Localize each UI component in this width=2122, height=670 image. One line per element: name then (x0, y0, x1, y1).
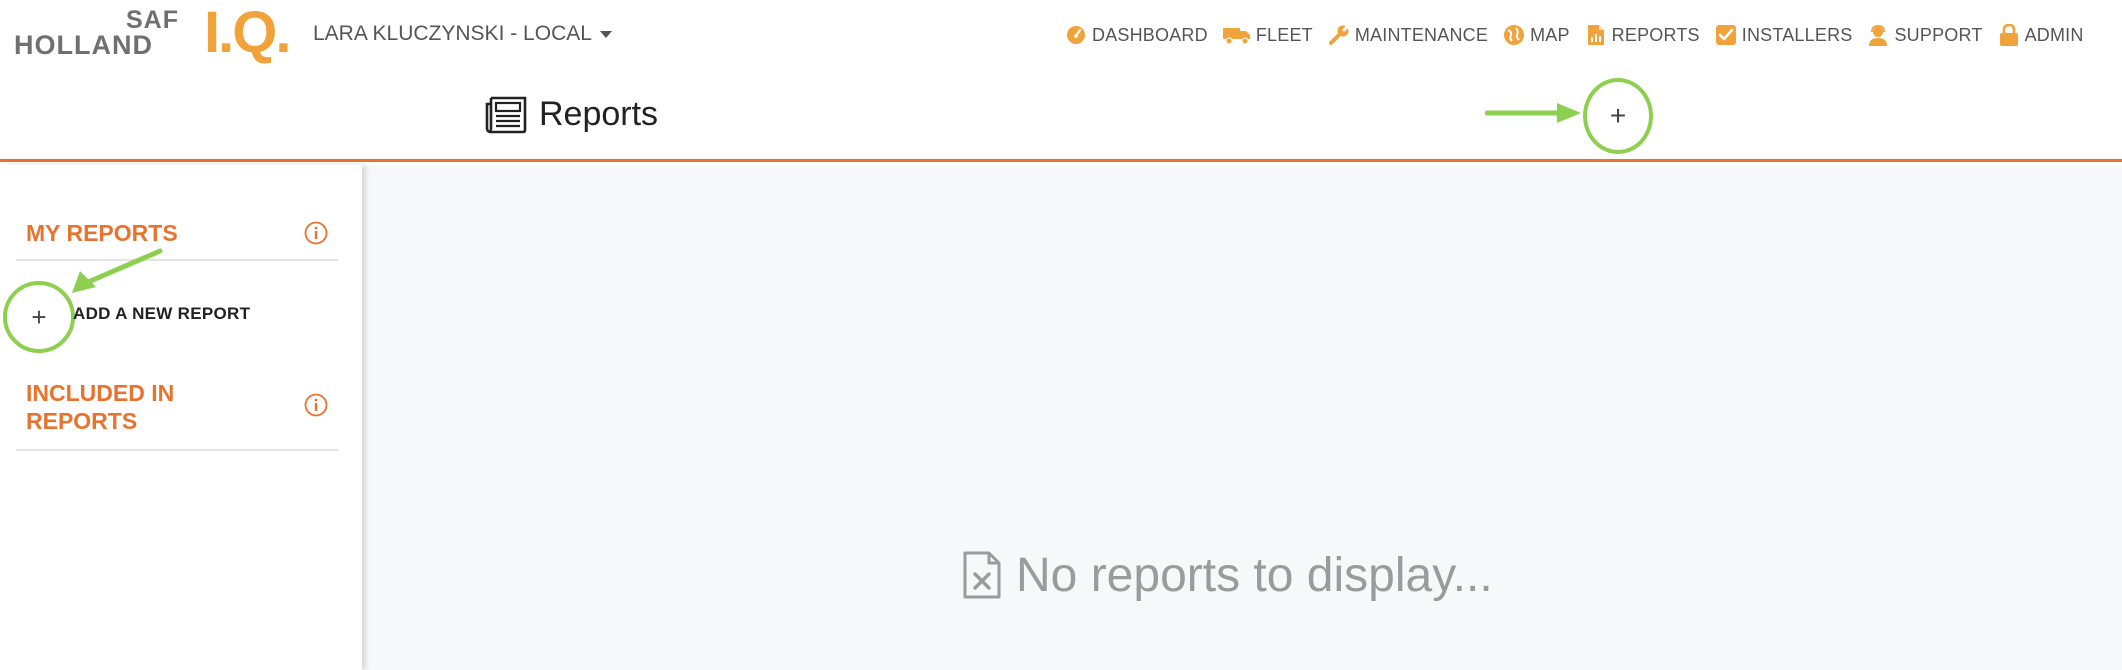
add-report-button-header[interactable]: + (1583, 78, 1653, 154)
nav-dashboard-label: DASHBOARD (1092, 24, 1208, 45)
nav-fleet-label: FLEET (1255, 24, 1313, 45)
globe-icon (1503, 24, 1525, 46)
top-bar: SAF HOLLAND I.Q. LARA KLUCZYNSKI - LOCAL… (0, 0, 2122, 70)
my-reports-section: MY REPORTS (16, 207, 338, 261)
wrench-icon (1328, 24, 1350, 46)
nav-support[interactable]: SUPPORT (1867, 24, 1982, 46)
checkbox-icon (1715, 24, 1737, 46)
support-agent-icon (1867, 24, 1889, 46)
nav-installers[interactable]: INSTALLERS (1715, 24, 1853, 46)
add-report-button-sidebar[interactable]: + (3, 281, 75, 353)
newspaper-icon (485, 94, 527, 134)
add-new-report-label: ADD A NEW REPORT (73, 304, 251, 323)
nav-installers-label: INSTALLERS (1741, 24, 1853, 45)
nav-admin-label: ADMIN (2024, 24, 2084, 45)
annotation-arrow-diagonal-icon (72, 248, 163, 293)
file-x-icon (962, 550, 1002, 600)
saf-holland-iq-logo[interactable]: SAF HOLLAND I.Q. (14, 0, 309, 65)
empty-state-message: No reports to display... (1016, 548, 1493, 602)
user-name: LARA KLUCZYNSKI - LOCAL (313, 22, 592, 45)
nav-dashboard[interactable]: DASHBOARD (1065, 24, 1208, 46)
add-new-report-item[interactable]: + ADD A NEW REPORT (0, 273, 340, 359)
my-reports-title: MY REPORTS (26, 220, 178, 246)
annotation-arrow-right-icon (1485, 103, 1581, 123)
app-window: SAF HOLLAND I.Q. LARA KLUCZYNSKI - LOCAL… (0, 0, 2122, 670)
reports-content-area: No reports to display... (362, 165, 2122, 670)
included-in-reports-title: INCLUDED IN REPORTS (26, 379, 246, 435)
info-circle-icon[interactable] (304, 393, 328, 417)
nav-maintenance-label: MAINTENANCE (1354, 24, 1489, 45)
lock-icon (1998, 24, 2020, 46)
nav-fleet[interactable]: FLEET (1222, 24, 1313, 46)
empty-state: No reports to display... (962, 545, 1493, 605)
user-account-dropdown[interactable]: LARA KLUCZYNSKI - LOCAL (313, 21, 612, 47)
report-file-icon (1585, 24, 1607, 46)
page-title-group: Reports (485, 92, 658, 136)
dashboard-gauge-icon (1065, 24, 1087, 46)
plus-icon: + (31, 302, 47, 332)
reports-sidebar: MY REPORTS + ADD A NEW REPORT INCLUDED I… (0, 165, 362, 670)
page-title: Reports (539, 94, 659, 133)
nav-map-label: MAP (1530, 24, 1570, 45)
nav-support-label: SUPPORT (1894, 24, 1983, 45)
nav-admin[interactable]: ADMIN (1998, 24, 2084, 46)
nav-map[interactable]: MAP (1503, 24, 1570, 46)
page-header: Reports (0, 70, 2122, 162)
included-in-reports-title-line2: REPORTS (26, 408, 138, 434)
plus-icon: + (1609, 100, 1627, 131)
logo-text-holland: HOLLAND (14, 30, 153, 60)
nav-maintenance[interactable]: MAINTENANCE (1328, 24, 1488, 46)
included-in-reports-title-line1: INCLUDED IN (26, 380, 175, 406)
logo-mark-iq: I.Q. (204, 0, 291, 65)
main-nav: DASHBOARD FLEET MAINTENANCE MAP REPORTS … (1065, 20, 2084, 50)
nav-reports[interactable]: REPORTS (1585, 24, 1700, 46)
truck-icon (1222, 24, 1251, 46)
info-circle-icon[interactable] (304, 221, 328, 245)
caret-down-icon (599, 30, 612, 38)
nav-reports-label: REPORTS (1611, 24, 1700, 45)
included-in-reports-section: INCLUDED IN REPORTS (16, 379, 338, 451)
